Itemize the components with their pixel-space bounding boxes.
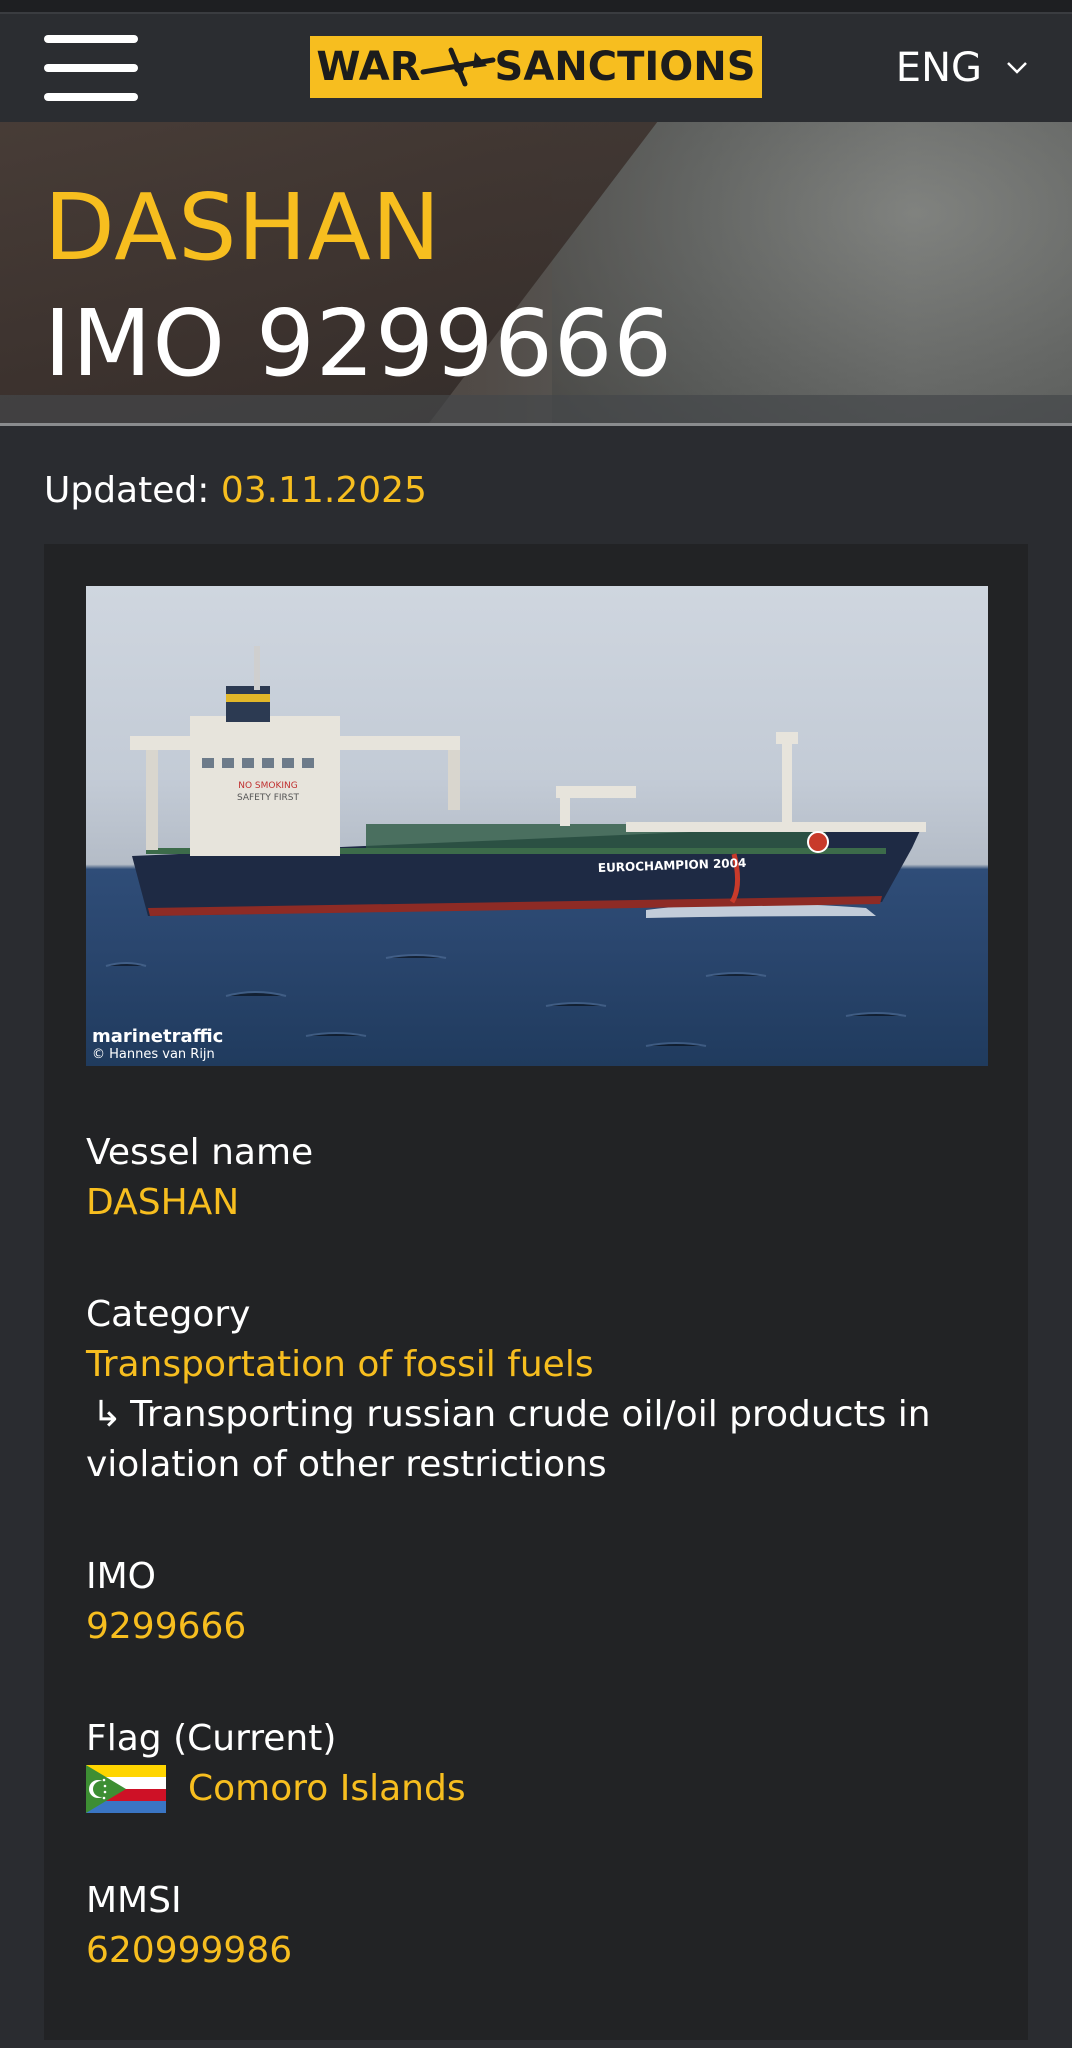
war-sanctions-logo[interactable]: WAR SANCTIONS [310, 36, 762, 98]
updated-line: Updated: 03.11.2025 [44, 426, 1028, 544]
photo-credit: marinetraffic © Hannes van Rijn [92, 1026, 223, 1062]
language-label: ENG [895, 45, 982, 91]
bridge-sign-2: SAFETY FIRST [237, 793, 300, 803]
subcategory-arrow-icon: ↳ [92, 1394, 123, 1435]
hero-titles: DASHAN IMO 9299666 [44, 172, 673, 404]
chevron-down-icon [1007, 62, 1027, 74]
comoros-flag-icon [86, 1765, 166, 1813]
field-value: 620999986 [86, 1930, 293, 1971]
updated-date: 03.11.2025 [220, 470, 427, 511]
hero-vessel-name: DASHAN [44, 174, 442, 281]
category-subcategory: ↳ Transporting russian crude oil/oil prod… [86, 1390, 986, 1490]
language-selector[interactable]: ENG [896, 45, 1028, 91]
bridge-sign-1: NO SMOKING [238, 781, 298, 791]
field-label: IMO [86, 1556, 157, 1597]
category-link[interactable]: Transportation of fossil fuels [86, 1340, 986, 1390]
hero-banner: DASHAN IMO 9299666 [0, 122, 1072, 426]
vessel-photo[interactable]: NO SMOKING SAFETY FIRST EUROCHAMPION 200… [86, 586, 988, 1066]
subcategory-text: Transporting russian crude oil/oil produ… [86, 1394, 931, 1485]
hamburger-menu-icon[interactable] [44, 35, 138, 101]
tanker-illustration: NO SMOKING SAFETY FIRST EUROCHAMPION 200… [105, 646, 926, 1047]
flag-row: Comoro Islands [86, 1764, 986, 1814]
field-label: Category [86, 1294, 251, 1335]
site-header: WAR SANCTIONS ENG [0, 14, 1072, 122]
field-value: 9299666 [86, 1606, 247, 1647]
field-label: Vessel name [86, 1132, 314, 1173]
field-label: Flag (Current) [86, 1718, 337, 1759]
field-value: DASHAN [86, 1182, 240, 1223]
photo-author: © Hannes van Rijn [92, 1047, 215, 1062]
flag-country-link[interactable]: Comoro Islands [188, 1764, 466, 1814]
logo-text-sanctions: SANCTIONS [494, 44, 756, 90]
status-bar-strip [0, 0, 1072, 14]
field-vessel-name: Vessel name DASHAN [86, 1128, 986, 1228]
drone-icon [420, 47, 496, 87]
main-content: Updated: 03.11.2025 NO SMOKING SAFETY FI… [0, 426, 1072, 2040]
field-category: Category Transportation of fossil fuels … [86, 1290, 986, 1490]
field-mmsi: MMSI 620999986 [86, 1876, 986, 1976]
field-flag: Flag (Current) Comoro Islands [86, 1714, 986, 1814]
field-imo: IMO 9299666 [86, 1552, 986, 1652]
hero-imo: IMO 9299666 [44, 290, 673, 397]
field-label: MMSI [86, 1880, 182, 1921]
logo-text-war: WAR [316, 44, 421, 90]
vessel-card: NO SMOKING SAFETY FIRST EUROCHAMPION 200… [44, 544, 1028, 2040]
photo-brand: marinetraffic [92, 1026, 224, 1047]
updated-label: Updated: [44, 470, 210, 511]
